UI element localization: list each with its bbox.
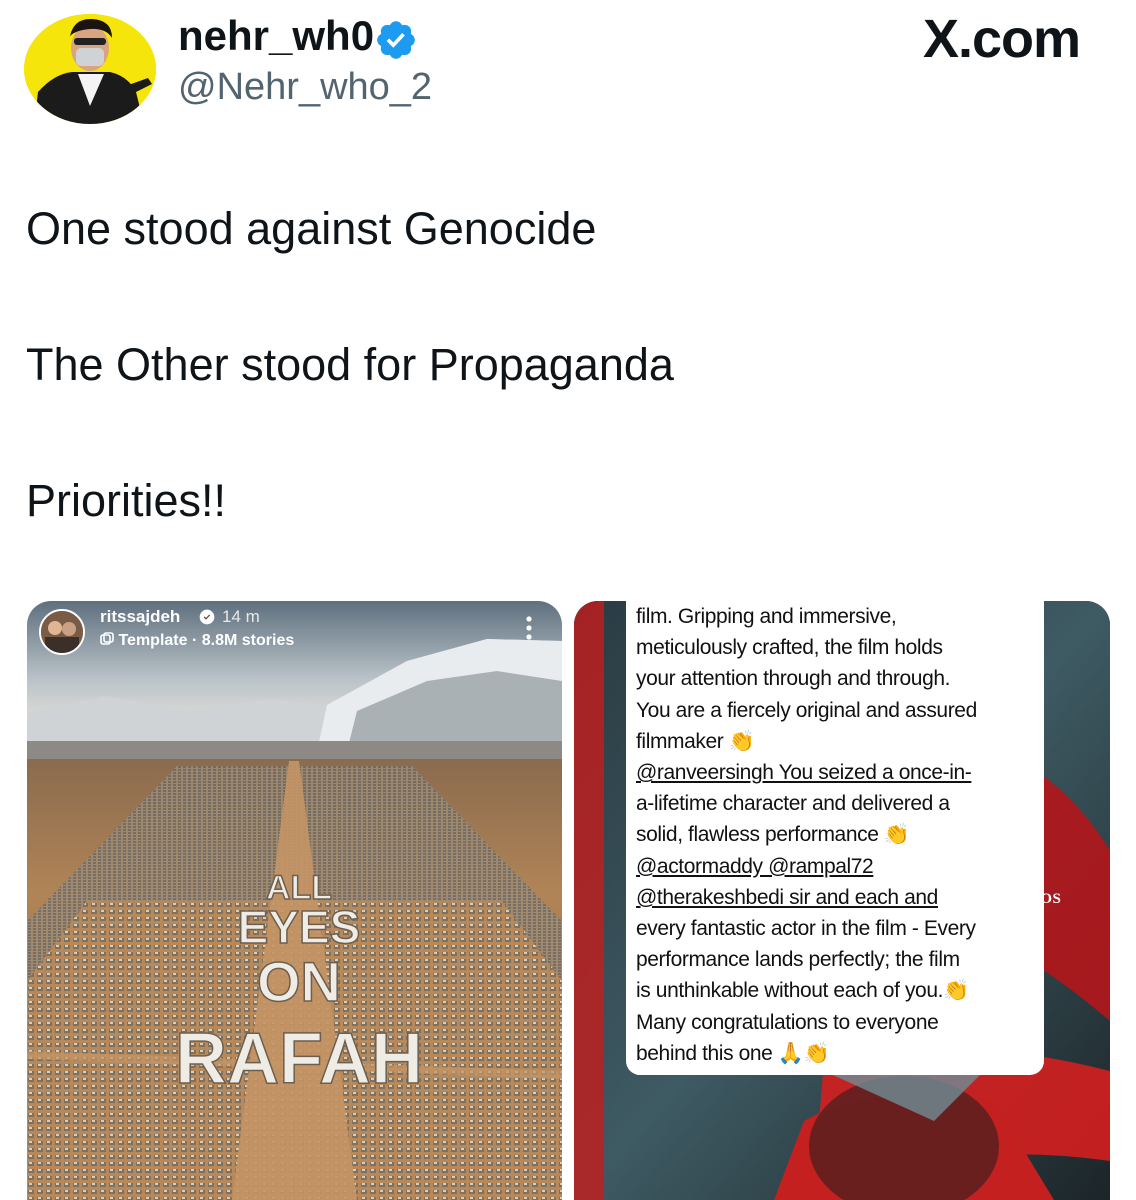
caption-line: filmmaker 👏 — [636, 729, 755, 753]
story-caption-box: film. Gripping and immersive, meticulous… — [626, 601, 1044, 1076]
tweet-text-line-1: One stood against Genocide — [26, 203, 597, 254]
story-template-info[interactable]: Template · 8.8M stories — [100, 632, 294, 650]
caption-line: solid, flawless performance 👏 — [636, 823, 910, 847]
tweet-text-line-2: The Other stood for Propaganda — [26, 339, 674, 390]
caption-line: performance lands perfectly; the film — [636, 948, 960, 972]
caption-line: film. Gripping and immersive, — [636, 605, 897, 628]
poster-text-rafah: RAFAH — [175, 1019, 423, 1099]
caption-line: your attention through and through. — [636, 667, 951, 691]
avatar-person-illustration — [24, 14, 156, 124]
media-story-screenshot[interactable]: ALL EYES ON RAFAH ritssajdeh 14 m Templa… — [27, 601, 562, 1200]
story-verified-icon — [199, 609, 215, 625]
caption-line: a-lifetime character and delivered a — [636, 792, 950, 816]
tweet-text-line-3: Priorities!! — [26, 475, 227, 526]
caption-line: meticulously crafted, the film holds — [636, 636, 943, 660]
caption-line: You are a fiercely original and assured — [636, 698, 977, 722]
caption-line-mention[interactable]: @actormaddy @rampal72 — [636, 851, 1036, 882]
template-label: Template — [118, 632, 188, 649]
caption-line: behind this one 🙏👏 — [636, 1041, 830, 1065]
verified-badge-icon — [377, 21, 415, 59]
story-time: 14 m — [222, 607, 260, 626]
poster-text-eyes: EYES — [238, 901, 361, 953]
x-brand-logo: X.com — [922, 9, 1081, 69]
stories-count: 8.8M stories — [201, 632, 295, 649]
story-username[interactable]: ritssajdeh — [100, 607, 180, 627]
media-film-story[interactable]: STUDIOS film. Gripping and immersive, me… — [574, 601, 1110, 1200]
rafah-poster-image: ALL EYES ON RAFAH — [27, 601, 562, 1200]
caption-line-mention[interactable]: @ranveersingh You seized a once-in- — [636, 757, 1036, 788]
more-options-icon[interactable] — [525, 615, 533, 641]
profile-avatar[interactable] — [24, 14, 156, 124]
display-name[interactable]: nehr_wh0 — [178, 12, 374, 60]
template-icon — [100, 632, 114, 645]
caption-line-mention[interactable]: @therakeshbedi sir and each and — [636, 882, 1036, 913]
meta-separator: · — [191, 632, 198, 649]
caption-line: every fantastic actor in the film - Ever… — [636, 917, 976, 941]
user-handle[interactable]: @Nehr_who_2 — [178, 66, 432, 109]
caption-line: is unthinkable without each of you.👏 — [636, 979, 969, 1003]
story-avatar[interactable] — [39, 609, 85, 655]
story-avatar-photo — [41, 611, 83, 653]
poster-text-on: ON — [257, 950, 341, 1013]
caption-line: Many congratulations to everyone — [636, 1010, 939, 1034]
